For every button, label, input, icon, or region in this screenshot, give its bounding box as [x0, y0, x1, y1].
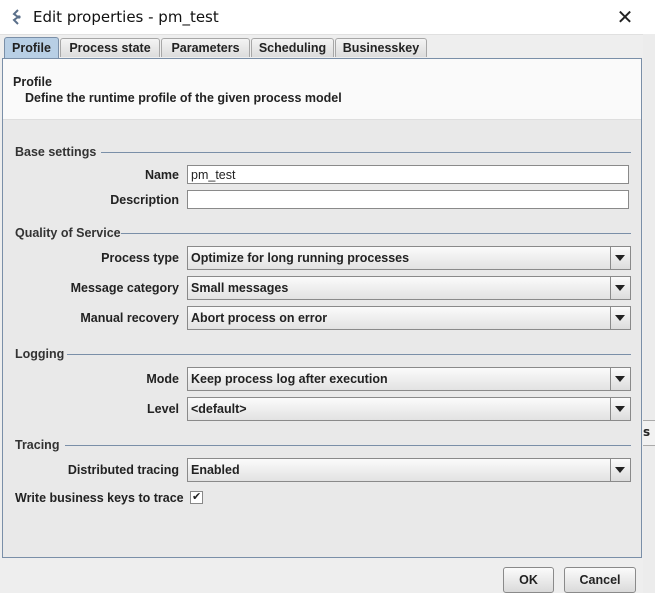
- background-fragment: s: [643, 420, 655, 446]
- chevron-down-icon: [615, 376, 625, 382]
- tab-parameters[interactable]: Parameters: [161, 38, 250, 57]
- dropdown-button[interactable]: [610, 307, 630, 329]
- description-field[interactable]: [187, 190, 629, 209]
- separator: [101, 152, 631, 153]
- name-label: Name: [144, 168, 179, 182]
- level-value: <default>: [191, 402, 247, 416]
- chevron-down-icon: [615, 255, 625, 261]
- write-business-keys-label: Write business keys to trace: [15, 491, 184, 505]
- dropdown-button[interactable]: [610, 459, 630, 481]
- tab-scheduling[interactable]: Scheduling: [251, 38, 334, 57]
- process-type-select[interactable]: Optimize for long running processes: [187, 246, 631, 270]
- close-button[interactable]: ✕: [612, 5, 638, 29]
- header-title: Profile: [13, 75, 52, 89]
- separator: [121, 233, 631, 234]
- process-type-label: Process type: [101, 251, 179, 265]
- chevron-down-icon: [615, 406, 625, 412]
- section-title: Quality of Service: [15, 226, 121, 240]
- section-title: Logging: [15, 347, 65, 361]
- separator: [65, 445, 631, 446]
- process-type-value: Optimize for long running processes: [191, 251, 410, 265]
- ok-button[interactable]: OK: [503, 567, 554, 593]
- description-header: Profile Define the runtime profile of th…: [3, 59, 641, 120]
- section-title: Tracing: [15, 438, 60, 452]
- mode-label: Mode: [146, 372, 179, 386]
- cancel-button[interactable]: Cancel: [564, 567, 636, 593]
- close-icon: ✕: [616, 5, 634, 29]
- tab-profile[interactable]: Profile: [4, 37, 59, 58]
- distributed-tracing-value: Enabled: [191, 463, 240, 477]
- message-category-select[interactable]: Small messages: [187, 276, 631, 300]
- section-title: Base settings: [15, 145, 97, 159]
- checkmark-icon: ✔: [192, 490, 202, 503]
- background-window: [643, 34, 655, 593]
- mode-select[interactable]: Keep process log after execution: [187, 367, 631, 391]
- dropdown-button[interactable]: [610, 398, 630, 420]
- tab-businesskey[interactable]: Businesskey: [335, 38, 427, 57]
- profile-panel: Profile Define the runtime profile of th…: [2, 58, 642, 558]
- dropdown-button[interactable]: [610, 247, 630, 269]
- app-icon: [12, 9, 21, 25]
- window-title: Edit properties - pm_test: [33, 8, 219, 26]
- background-fragment-text: s: [643, 425, 651, 439]
- manual-recovery-value: Abort process on error: [191, 311, 328, 325]
- write-business-keys-checkbox[interactable]: ✔: [190, 490, 203, 504]
- manual-recovery-label: Manual recovery: [80, 311, 179, 325]
- dropdown-button[interactable]: [610, 368, 630, 390]
- separator: [67, 354, 631, 355]
- message-category-value: Small messages: [191, 281, 289, 295]
- header-subtitle: Define the runtime profile of the given …: [25, 91, 342, 105]
- manual-recovery-select[interactable]: Abort process on error: [187, 306, 631, 330]
- dropdown-button[interactable]: [610, 277, 630, 299]
- distributed-tracing-label: Distributed tracing: [67, 463, 179, 477]
- name-field[interactable]: [187, 165, 629, 184]
- distributed-tracing-select[interactable]: Enabled: [187, 458, 631, 482]
- level-label: Level: [147, 402, 179, 416]
- title-bar: Edit properties - pm_test ✕: [0, 0, 655, 35]
- chevron-down-icon: [615, 467, 625, 473]
- level-select[interactable]: <default>: [187, 397, 631, 421]
- tab-bar: Profile Process state Parameters Schedul…: [2, 37, 642, 58]
- tab-process-state[interactable]: Process state: [60, 38, 160, 57]
- mode-value: Keep process log after execution: [191, 372, 388, 386]
- message-category-label: Message category: [70, 281, 179, 295]
- chevron-down-icon: [615, 285, 625, 291]
- description-label: Description: [110, 193, 179, 207]
- chevron-down-icon: [615, 315, 625, 321]
